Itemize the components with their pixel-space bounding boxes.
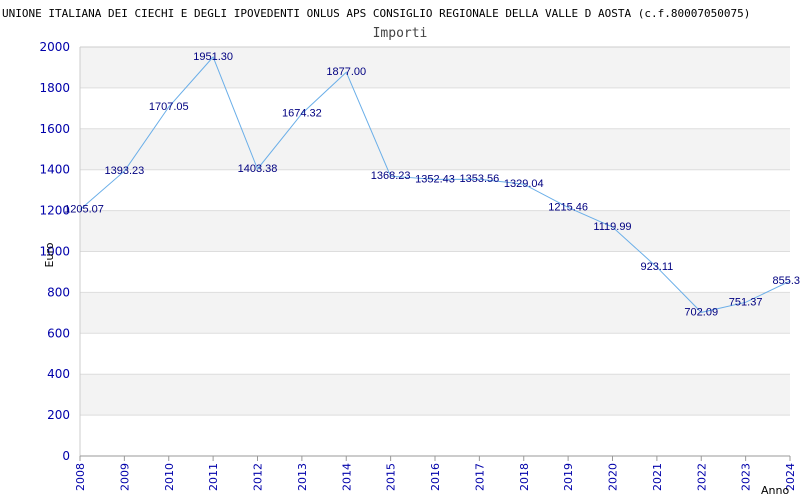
data-label: 1352.43	[415, 173, 455, 185]
data-label: 1329.04	[504, 178, 544, 190]
data-labels: 1205.07 1393.23 1707.05 1951.30 1403.38 1674.…	[64, 51, 800, 318]
x-tick-label: 2016	[429, 463, 442, 491]
x-tick-label: 2020	[607, 463, 620, 491]
data-label: 1205.07	[64, 204, 104, 216]
data-label: 1674.32	[282, 108, 322, 120]
y-tick-label: 1400	[39, 163, 70, 177]
x-tick-label: 2022	[695, 463, 708, 491]
data-label: 751.37	[729, 296, 763, 308]
x-axis-label: Anno	[761, 484, 789, 497]
y-tick-label: 800	[47, 285, 70, 299]
data-label: 1403.38	[238, 163, 278, 175]
data-label: 923.11	[640, 261, 673, 273]
line-chart: 0200400600800100012001400160018002000 20…	[2, 7, 800, 497]
x-tick-label: 2014	[340, 463, 353, 491]
data-label: 1707.05	[149, 101, 189, 113]
x-tick-label: 2012	[252, 463, 265, 491]
x-tick-label: 2015	[385, 463, 398, 491]
data-label: 1119.99	[593, 221, 631, 233]
y-tick-label: 0	[62, 449, 70, 463]
data-label: 702.09	[684, 306, 718, 318]
y-tick-label: 1800	[39, 81, 70, 95]
x-axis-ticks: 2008 2009 2010 2011 2012 2013 2014 2015 2016 2017…	[74, 456, 797, 491]
y-axis-label: Euro	[43, 242, 56, 267]
y-tick-label: 1600	[39, 122, 70, 136]
data-label: 1877.00	[326, 66, 366, 78]
data-label: 1215.46	[548, 201, 588, 213]
grid-band	[80, 210, 790, 252]
x-tick-label: 2019	[562, 463, 575, 491]
data-label: 1368.23	[371, 170, 411, 182]
data-label: 1353.56	[459, 173, 499, 185]
chart-title: UNIONE ITALIANA DEI CIECHI E DEGLI IPOVE…	[2, 7, 750, 20]
y-tick-label: 200	[47, 408, 70, 422]
x-tick-label: 2018	[518, 463, 531, 491]
grid-band	[80, 374, 790, 416]
data-label: 1393.23	[104, 165, 144, 177]
x-tick-label: 2008	[74, 463, 87, 491]
x-tick-label: 2009	[118, 463, 131, 491]
x-tick-label: 2017	[473, 463, 486, 491]
y-tick-label: 600	[47, 326, 70, 340]
x-tick-label: 2010	[163, 463, 176, 491]
y-tick-label: 400	[47, 367, 70, 381]
data-label: 1951.30	[193, 51, 233, 63]
grid-band	[80, 47, 790, 88]
x-tick-label: 2021	[651, 463, 664, 491]
x-tick-label: 2023	[740, 463, 753, 491]
grid-band	[80, 128, 790, 170]
data-label: 855.3	[772, 275, 800, 287]
y-tick-label: 2000	[39, 40, 70, 54]
x-tick-label: 2011	[207, 463, 220, 491]
x-tick-label: 2013	[296, 463, 309, 491]
chart-subtitle: Importi	[373, 26, 428, 41]
